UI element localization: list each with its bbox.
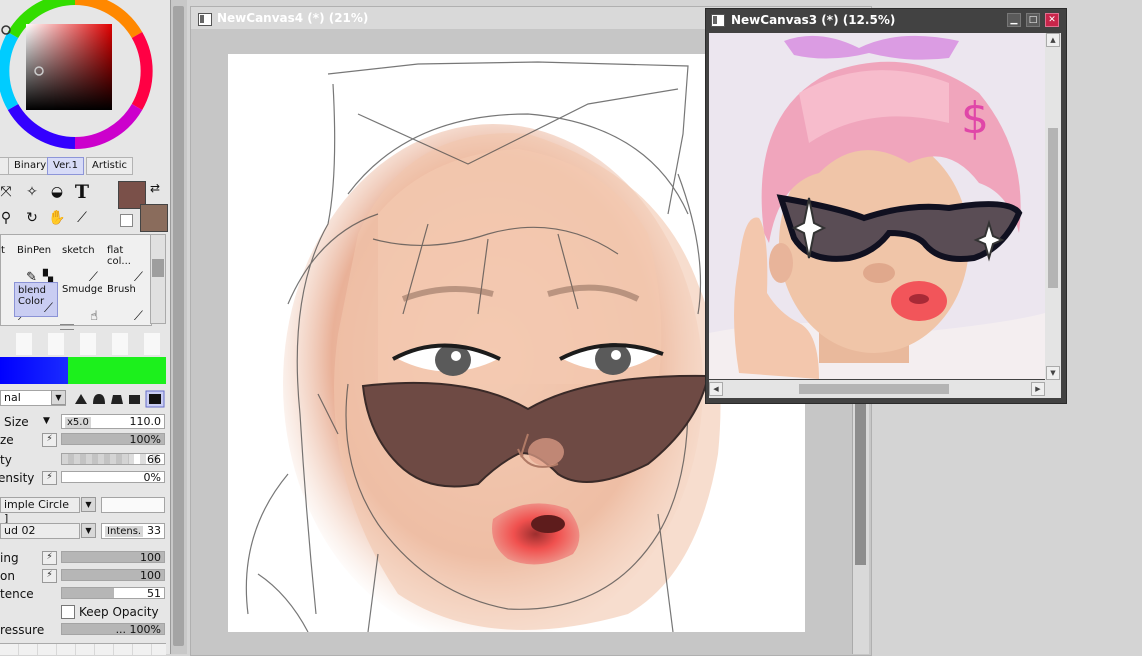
brush-shape-selector[interactable]: [72, 390, 168, 408]
reference-photo[interactable]: $: [709, 33, 1045, 379]
texture-select[interactable]: ud 02: [0, 523, 80, 539]
shape-preview: [101, 497, 165, 513]
zoom-icon[interactable]: ⚲: [0, 208, 16, 228]
persistence-label: tence: [0, 587, 34, 601]
eyedropper-icon[interactable]: ⟋: [72, 208, 92, 228]
text-icon[interactable]: T: [72, 181, 92, 203]
chevron-down-icon[interactable]: ▼: [51, 390, 66, 405]
fill-icon[interactable]: ◒: [47, 182, 67, 202]
size-dropdown-icon[interactable]: ▼: [43, 416, 50, 426]
canvas-float-title: NewCanvas3 (*) (12.5%): [731, 13, 896, 27]
scroll-thumb[interactable]: [799, 384, 949, 394]
chevron-down-icon[interactable]: ▼: [81, 523, 96, 538]
green-mix-swatch[interactable]: [68, 357, 166, 384]
min-size-label: ze: [0, 433, 14, 447]
float-hscrollbar[interactable]: ◀ ▶: [709, 380, 1045, 398]
pressure-link-icon[interactable]: ⚡: [42, 551, 57, 565]
selection-icon[interactable]: ⤧: [0, 182, 16, 202]
pressure-link-icon[interactable]: ⚡: [42, 471, 57, 485]
color-wheel[interactable]: [0, 0, 156, 152]
rotate-icon[interactable]: ↻: [22, 208, 42, 228]
keep-opacity-checkbox[interactable]: [61, 605, 75, 619]
brush-icon: ⟋: [43, 301, 53, 316]
scroll-right-icon[interactable]: ▶: [1031, 382, 1045, 396]
density-label: ty: [0, 453, 12, 467]
brush-blend-color[interactable]: blend Color ⟋: [14, 282, 58, 317]
min-density-label: ensity: [0, 471, 35, 485]
tool-panel: Binary Ver.1 Artistic ⤧ ✧ ◒ T ⚲ ↻ ✋ ⟋ ⇄ …: [0, 0, 171, 655]
maximize-icon[interactable]: □: [1026, 13, 1040, 27]
scroll-up-icon[interactable]: ▲: [1046, 33, 1060, 47]
scroll-left-icon[interactable]: ◀: [709, 382, 723, 396]
brush-grid-scrollbar[interactable]: [150, 234, 166, 324]
size-field[interactable]: x5.0 110.0: [61, 414, 165, 429]
tab-artistic[interactable]: Artistic: [86, 157, 134, 175]
scroll-thumb[interactable]: [1048, 128, 1058, 288]
pressure-slider[interactable]: ... 100%: [61, 623, 165, 636]
tab-ver1[interactable]: Ver.1: [47, 157, 84, 175]
color-history-strip[interactable]: [0, 333, 166, 355]
keep-opacity-label: Keep Opacity: [79, 605, 159, 619]
brush-icon: ⟋: [133, 309, 143, 324]
min-size-slider[interactable]: 100%: [61, 433, 165, 446]
close-icon[interactable]: ✕: [1045, 13, 1059, 27]
canvas-main-title: NewCanvas4 (*) (21%): [217, 11, 369, 25]
bottom-brush-strip: [0, 643, 166, 655]
float-vscrollbar[interactable]: ▲ ▼: [1045, 33, 1061, 380]
scroll-thumb[interactable]: [173, 6, 184, 646]
density-slider[interactable]: 66: [61, 453, 165, 466]
chevron-down-icon[interactable]: ▼: [81, 497, 96, 512]
pressure-link-icon[interactable]: ⚡: [42, 569, 57, 583]
scroll-thumb[interactable]: [152, 259, 164, 277]
scroll-thumb[interactable]: [855, 385, 866, 565]
blending-label: ing: [0, 551, 19, 565]
intensity-field[interactable]: Intens. 33: [101, 523, 165, 539]
resize-grip-icon[interactable]: [1045, 380, 1061, 398]
blending-slider[interactable]: 100: [61, 551, 165, 564]
magic-wand-icon[interactable]: ✧: [22, 182, 42, 202]
minimize-icon[interactable]: ▁: [1007, 13, 1021, 27]
brush-smudge[interactable]: Smudge ☝: [59, 282, 102, 327]
tool-panel-scrollbar[interactable]: [170, 0, 187, 654]
brush-brush[interactable]: Brush ⟋: [104, 282, 147, 327]
dollar-doodle: $: [961, 93, 989, 144]
secondary-color-swatch[interactable]: [140, 204, 168, 232]
reference-image: $: [709, 33, 1045, 379]
panel-splitter[interactable]: [60, 324, 74, 330]
hand-icon[interactable]: ✋: [47, 208, 67, 228]
persistence-slider[interactable]: 51: [61, 587, 165, 600]
transparent-color-icon[interactable]: [120, 214, 133, 227]
brush-shape-select[interactable]: imple Circle ]: [0, 497, 80, 525]
canvas-icon: [711, 14, 725, 27]
tab-binary[interactable]: Binary: [8, 157, 53, 175]
size-label: Size: [4, 415, 29, 429]
dilution-slider[interactable]: 100: [61, 569, 165, 582]
pressure-label: ressure: [0, 623, 45, 637]
min-density-slider[interactable]: 0%: [61, 471, 165, 484]
dilution-label: on: [0, 569, 15, 583]
scroll-down-icon[interactable]: ▼: [1046, 366, 1060, 380]
canvas-icon: [198, 13, 212, 26]
swap-colors-icon[interactable]: ⇄: [150, 181, 160, 195]
pressure-link-icon[interactable]: ⚡: [42, 433, 57, 447]
smudge-icon: ☝: [90, 309, 98, 324]
blue-mix-swatch[interactable]: [0, 357, 68, 384]
